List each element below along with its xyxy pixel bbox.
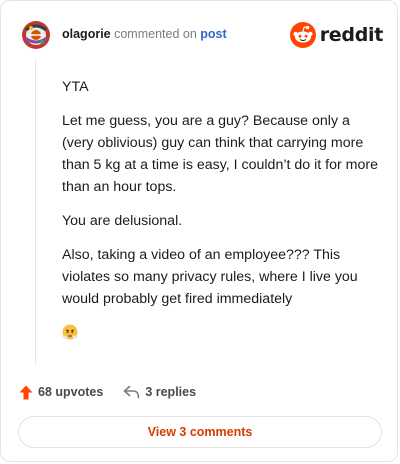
- comment-body: YTA Let me guess, you are a guy? Because…: [62, 76, 380, 347]
- avatar-image: [19, 18, 53, 52]
- reply-stat[interactable]: 3 replies: [123, 385, 196, 399]
- view-comments-button[interactable]: View 3 comments: [18, 416, 382, 448]
- reply-arrow-icon[interactable]: [123, 385, 140, 399]
- comment-header: olagorie commented on post reddit: [15, 15, 383, 55]
- comment-footer: 68 upvotes 3 replies: [19, 381, 196, 403]
- reddit-logo[interactable]: reddit: [289, 20, 384, 50]
- comment-paragraph: YTA: [62, 79, 89, 95]
- upvote-stat[interactable]: 68 upvotes: [19, 385, 103, 400]
- reddit-wordmark: reddit: [319, 24, 384, 46]
- username-link[interactable]: olagorie: [62, 27, 111, 41]
- face-with-steam-emoji: [62, 324, 78, 340]
- reddit-snoo-icon: [289, 22, 316, 48]
- upvote-count: 68 upvotes: [38, 385, 104, 399]
- comment-meta: olagorie commented on post: [62, 27, 227, 41]
- comment-paragraph: Let me guess, you are a guy? Because onl…: [62, 113, 378, 195]
- thread-line: [35, 59, 36, 365]
- avatar[interactable]: [19, 18, 53, 52]
- comment-paragraph: You are delusional.: [62, 213, 183, 229]
- comment-card: olagorie commented on post reddit YTA Le…: [0, 0, 398, 462]
- reply-count: 3 replies: [145, 385, 197, 399]
- comment-paragraph: Also, taking a video of an employee??? T…: [62, 247, 358, 307]
- action-text: commented on: [114, 27, 197, 41]
- post-link[interactable]: post: [200, 27, 226, 41]
- upvote-arrow-icon[interactable]: [19, 385, 33, 400]
- view-comments-label: View 3 comments: [147, 425, 253, 439]
